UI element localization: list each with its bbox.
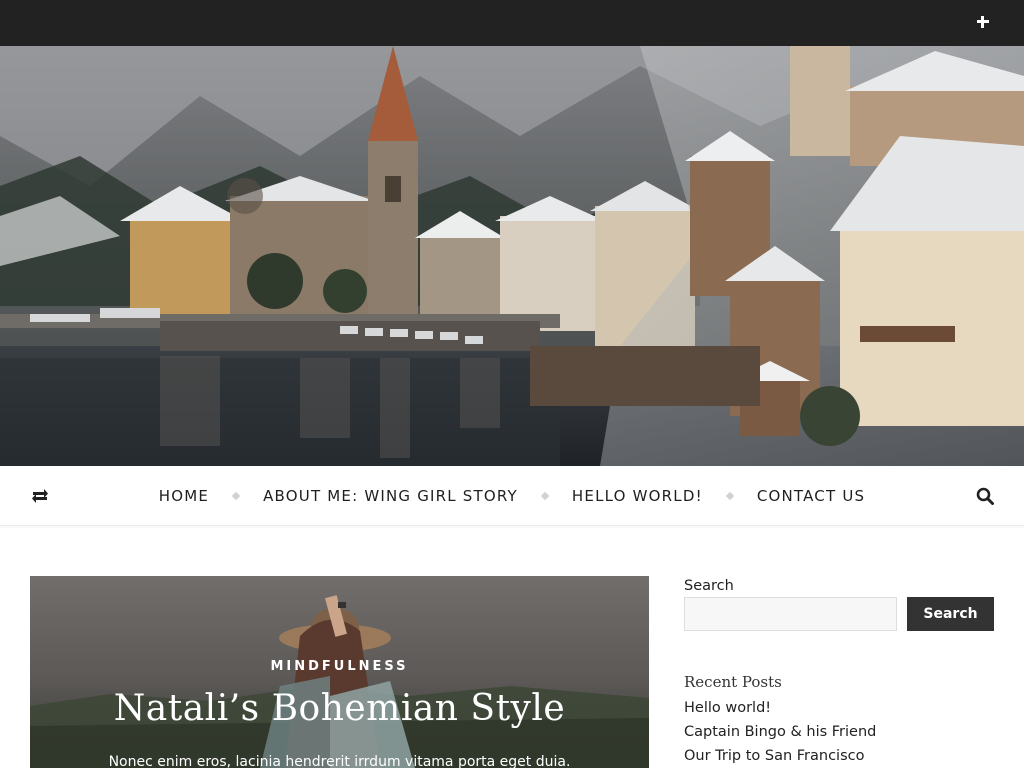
search-form: Search [684,597,994,631]
main-navigation: HOME ABOUT ME: WING GIRL STORY HELLO WOR… [0,466,1024,526]
post-category[interactable]: MINDFULNESS [30,659,649,674]
post-excerpt: Nonec enim eros, lacinia hendrerit irrdu… [108,754,571,768]
nav-item-hello-world[interactable]: HELLO WORLD! [568,487,707,505]
plus-icon[interactable] [972,11,994,33]
post-title[interactable]: Natali’s Bohemian Style [30,688,649,729]
nav-separator [725,491,735,501]
recent-posts-title: Recent Posts [684,673,782,691]
recent-post-link[interactable]: Our Trip to San Francisco [684,744,994,768]
top-bar [0,0,1024,46]
header-image [0,46,1024,466]
nav-item-about-me[interactable]: ABOUT ME: WING GIRL STORY [259,487,522,505]
nav-item-home[interactable]: HOME [155,487,213,505]
search-button[interactable]: Search [907,597,994,631]
nav-menu: HOME ABOUT ME: WING GIRL STORY HELLO WOR… [0,466,1024,526]
recent-posts-list: Hello world! Captain Bingo & his Friend … [684,696,994,768]
village-lake-illustration [0,46,1024,466]
nav-separator [231,491,241,501]
featured-post[interactable]: MINDFULNESS Natali’s Bohemian Style None… [30,576,649,768]
nav-separator [540,491,550,501]
search-input[interactable] [684,597,897,631]
recent-post-link[interactable]: Hello world! [684,696,994,720]
search-label: Search [684,578,734,594]
nav-item-contact-us[interactable]: CONTACT US [753,487,869,505]
sidebar: Search Search Recent Posts Hello world! … [684,578,994,768]
recent-post-link[interactable]: Captain Bingo & his Friend [684,720,994,744]
search-icon[interactable] [976,487,994,505]
